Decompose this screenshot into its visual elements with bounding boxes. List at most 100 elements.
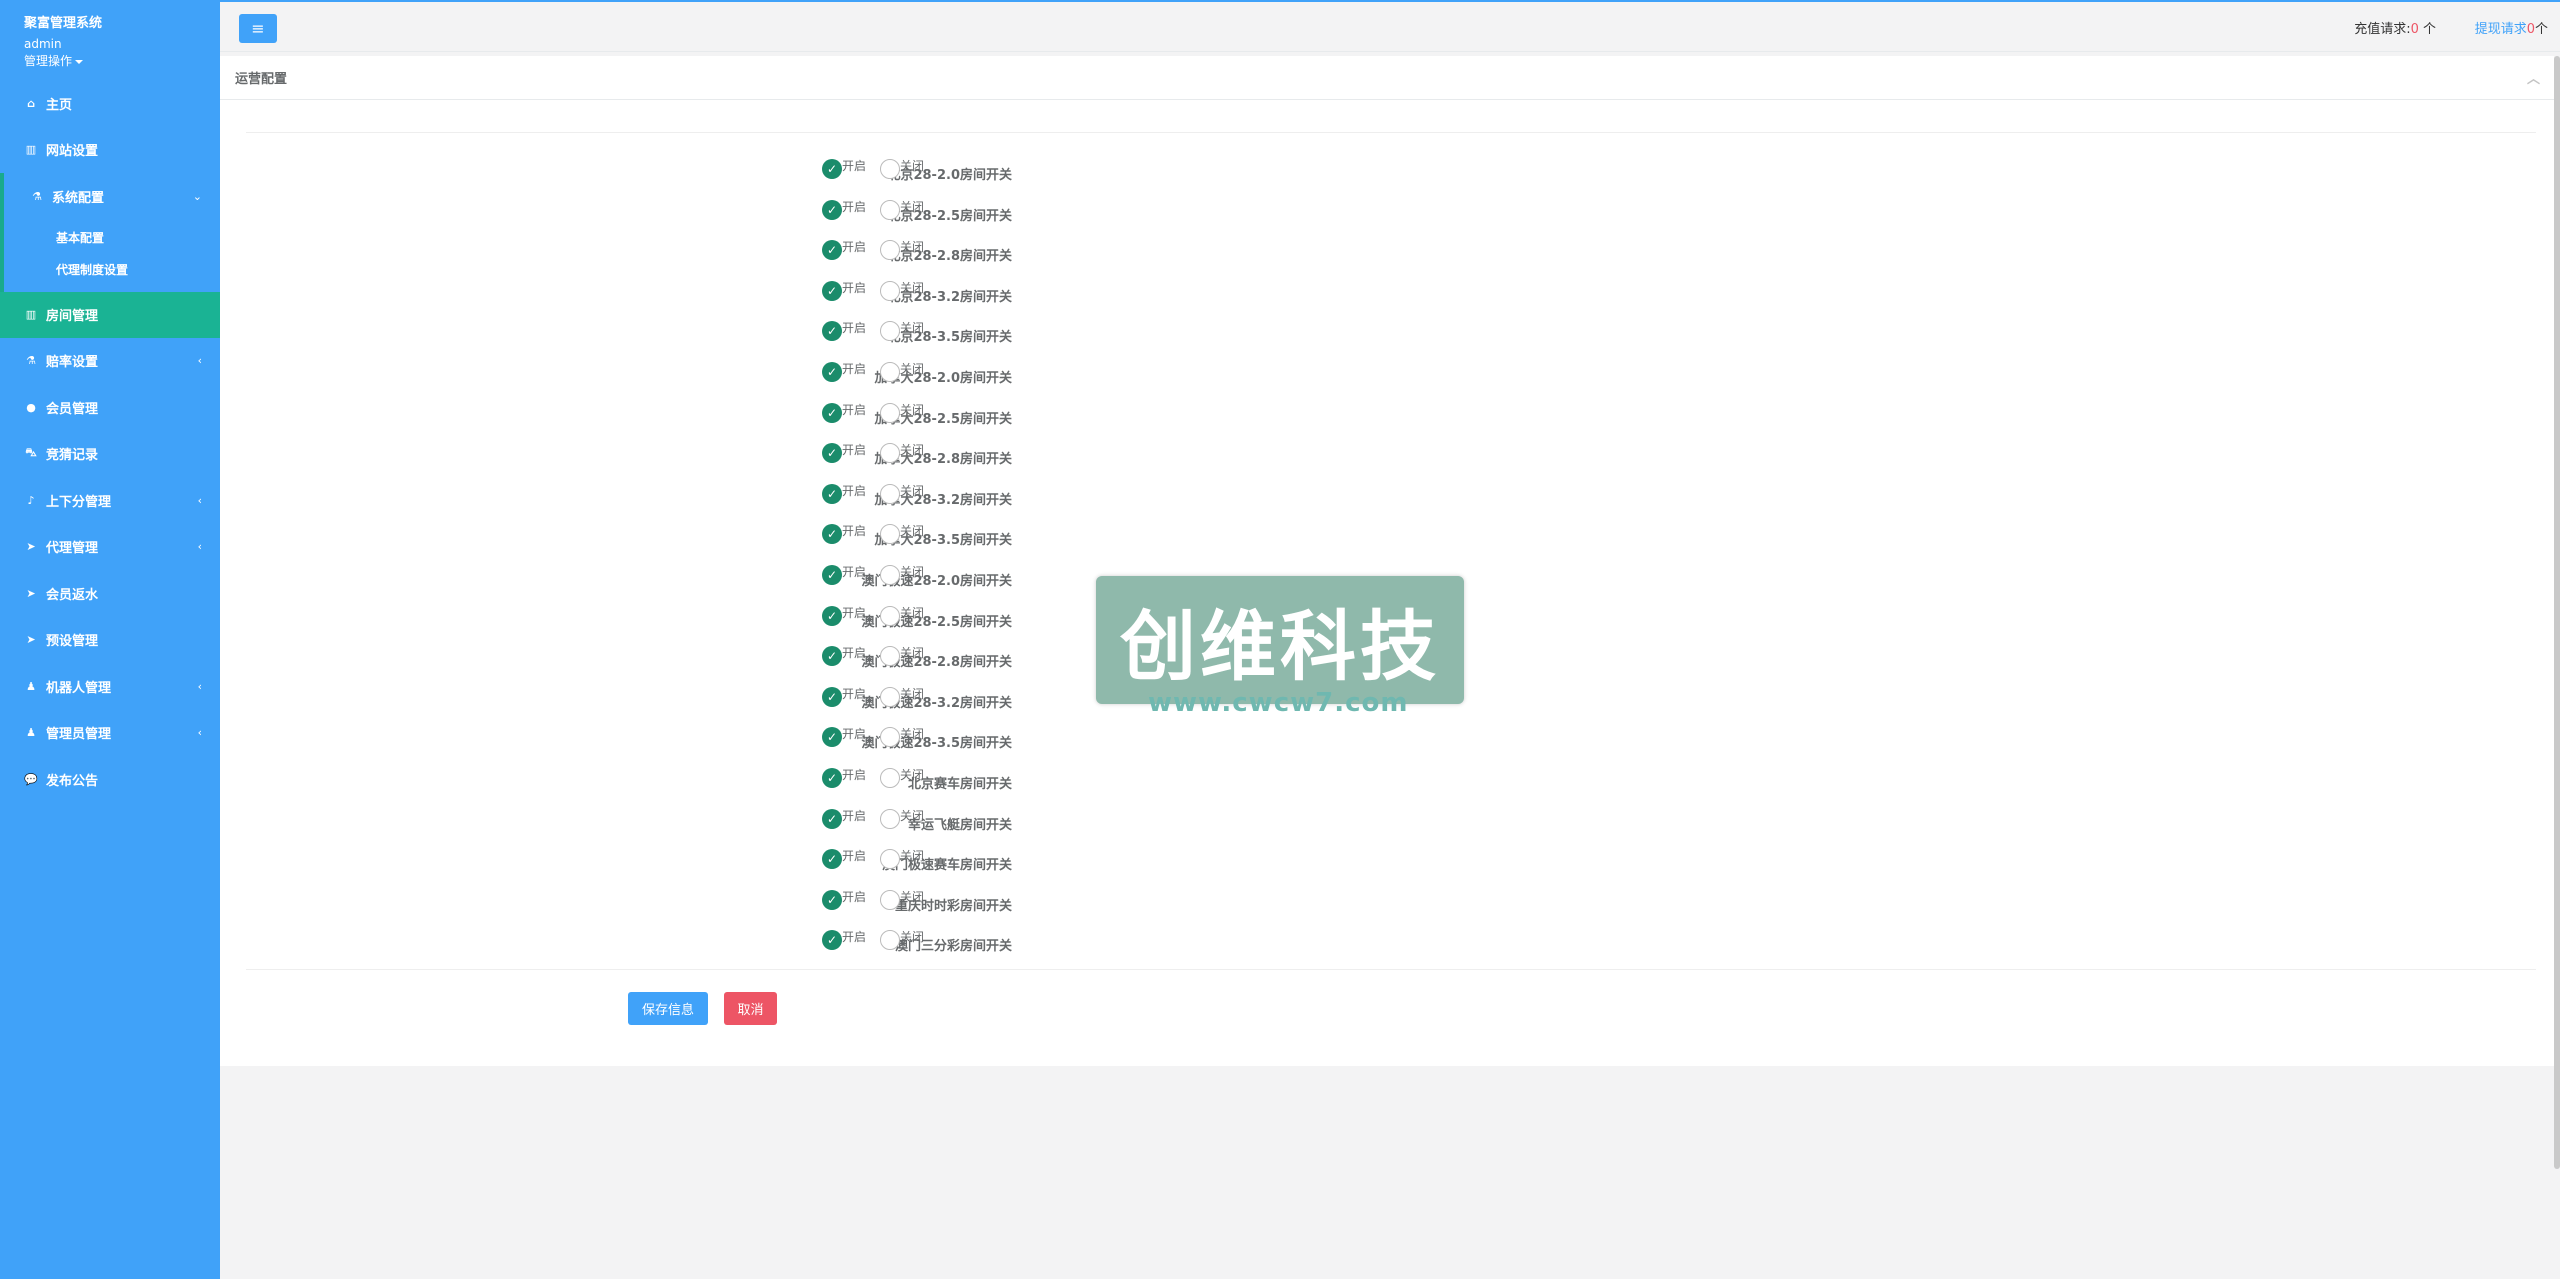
radio-off[interactable]: 关闭 xyxy=(880,849,924,870)
radio-off[interactable]: 关闭 xyxy=(880,402,924,423)
hamburger-icon: ≡ xyxy=(251,19,265,38)
radio-on[interactable]: ✓ 开启 xyxy=(822,483,866,504)
submenu-item-0[interactable]: 基本配置 xyxy=(4,222,220,254)
radio-off[interactable]: 关闭 xyxy=(880,240,924,261)
sidebar-item-9[interactable]: ➤ 会员返水 xyxy=(0,570,220,617)
sidebar-item-label: 上下分管理 xyxy=(46,494,112,510)
radio-on-label: 开启 xyxy=(842,889,867,904)
radio-on[interactable]: ✓ 开启 xyxy=(822,321,866,342)
circle-icon xyxy=(880,362,900,382)
radio-off[interactable]: 关闭 xyxy=(880,565,924,585)
switch-row: 北京28-2.8房间开关 ✓ 开启 关闭 xyxy=(220,235,1220,276)
caret-down-icon xyxy=(75,59,84,64)
sidebar-item-4[interactable]: ⚗ 赔率设置 ‹ xyxy=(0,338,220,385)
radio-off[interactable]: 关闭 xyxy=(880,727,925,748)
sidebar-item-6[interactable]: ⛍ 竞猜记录 xyxy=(0,431,220,478)
radio-off-label: 关闭 xyxy=(900,930,925,945)
check-circle-icon: ✓ xyxy=(822,443,842,464)
sidebar-item-8[interactable]: ➤ 代理管理 ‹ xyxy=(0,524,220,571)
radio-on-label: 开启 xyxy=(842,849,867,864)
radio-off[interactable]: 关闭 xyxy=(880,159,924,179)
save-button[interactable]: 保存信息 xyxy=(628,992,708,1025)
radio-on[interactable]: ✓ 开启 xyxy=(822,930,867,951)
divider xyxy=(246,969,2536,970)
radio-on[interactable]: ✓ 开启 xyxy=(822,889,867,910)
radio-off[interactable]: 关闭 xyxy=(880,686,924,707)
radio-on-label: 开启 xyxy=(842,280,867,295)
radio-on[interactable]: ✓ 开启 xyxy=(822,565,866,585)
watermark: 创维科技 www.cwcw7.com xyxy=(1096,576,1464,726)
chevron-down-icon: ⌄ xyxy=(192,189,202,203)
radio-off[interactable]: 关闭 xyxy=(880,808,924,829)
radio-on[interactable]: ✓ 开启 xyxy=(822,402,866,423)
sidebar-item-11[interactable]: ♟ 机器人管理 ‹ xyxy=(0,663,220,710)
radio-off[interactable]: 关闭 xyxy=(880,362,924,382)
sidebar-item-label: 赔率设置 xyxy=(46,355,99,371)
withdraw-requests[interactable]: 提现请求0个 xyxy=(2475,18,2548,37)
radio-off[interactable]: 关闭 xyxy=(880,889,924,910)
radio-on[interactable]: ✓ 开启 xyxy=(822,199,866,220)
radio-off[interactable]: 关闭 xyxy=(880,199,924,220)
radio-off[interactable]: 关闭 xyxy=(880,524,924,545)
sidebar-item-2[interactable]: ⚗ 系统配置 ⌄ xyxy=(0,173,220,220)
radio-off[interactable]: 关闭 xyxy=(880,483,924,504)
sidebar-item-label: 竞猜记录 xyxy=(46,448,99,464)
circle-icon xyxy=(880,930,900,951)
switch-row: 澳门极速赛车房间开关 ✓ 开启 关闭 xyxy=(220,844,1220,885)
radio-on[interactable]: ✓ 开启 xyxy=(822,849,867,870)
sidebar-item-5[interactable]: ● 会员管理 xyxy=(0,384,220,431)
circle-icon xyxy=(880,524,900,545)
radio-off-label: 关闭 xyxy=(900,727,925,742)
radio-off[interactable]: 关闭 xyxy=(880,280,924,301)
sidebar-item-label: 系统配置 xyxy=(52,190,105,206)
cancel-button[interactable]: 取消 xyxy=(724,992,777,1025)
radio-on[interactable]: ✓ 开启 xyxy=(822,768,866,788)
radio-on[interactable]: ✓ 开启 xyxy=(822,524,866,545)
switch-row: 北京28-2.0房间开关 ✓ 开启 关闭 xyxy=(220,154,1220,195)
sidebar-item-1[interactable]: ▥ 网站设置 xyxy=(0,127,220,174)
radio-off[interactable]: 关闭 xyxy=(880,321,924,342)
scrollbar[interactable] xyxy=(2554,56,2560,1169)
switch-row: 澳门三分彩房间开关 ✓ 开启 关闭 xyxy=(220,925,1220,966)
recharge-label: 充值请求: xyxy=(2354,22,2411,37)
radio-on[interactable]: ✓ 开启 xyxy=(822,646,866,667)
check-circle-icon: ✓ xyxy=(822,483,842,504)
radio-on[interactable]: ✓ 开启 xyxy=(822,240,866,261)
circle-icon xyxy=(880,889,900,910)
recharge-requests[interactable]: 充值请求:0 个 xyxy=(2354,18,2436,37)
sidebar-item-12[interactable]: ♟ 管理员管理 ‹ xyxy=(0,710,220,757)
sidebar-item-13[interactable]: 💬 发布公告 xyxy=(0,756,220,803)
sidebar-item-7[interactable]: ♪ 上下分管理 ‹ xyxy=(0,477,220,524)
radio-on[interactable]: ✓ 开启 xyxy=(822,686,866,707)
submenu-item-1[interactable]: 代理制度设置 xyxy=(4,254,220,286)
switch-row: 澳门极速28-2.8房间开关 ✓ 开启 关闭 xyxy=(220,641,1220,682)
sidebar-item-3[interactable]: ▥ 房间管理 xyxy=(0,291,220,338)
check-circle-icon: ✓ xyxy=(822,808,842,829)
paper-plane-icon: ➤ xyxy=(26,540,36,554)
radio-on[interactable]: ✓ 开启 xyxy=(822,808,866,829)
radio-on[interactable]: ✓ 开启 xyxy=(822,727,866,748)
withdraw-count: 0 xyxy=(2526,22,2535,37)
menu-toggle-button[interactable]: ≡ xyxy=(239,14,277,43)
radio-off[interactable]: 关闭 xyxy=(880,768,924,788)
radio-on-label: 开启 xyxy=(842,930,867,945)
radio-on[interactable]: ✓ 开启 xyxy=(822,159,866,179)
circle-icon xyxy=(880,483,900,504)
sidebar-item-10[interactable]: ➤ 预设管理 xyxy=(0,617,220,664)
radio-off[interactable]: 关闭 xyxy=(880,605,924,626)
profile: 聚富管理系统 admin 管理操作 xyxy=(0,0,220,80)
radio-on[interactable]: ✓ 开启 xyxy=(822,443,866,464)
radio-off[interactable]: 关闭 xyxy=(880,646,924,667)
chevron-up-icon[interactable]: ︿ xyxy=(2527,68,2540,87)
switch-row: 澳门极速28-2.0房间开关 ✓ 开启 关闭 xyxy=(220,560,1220,601)
radio-off[interactable]: 关闭 xyxy=(880,443,924,464)
radio-on[interactable]: ✓ 开启 xyxy=(822,362,866,382)
manage-ops-dropdown[interactable]: 管理操作 xyxy=(24,54,196,69)
switch-row: 北京28-3.5房间开关 ✓ 开启 关闭 xyxy=(220,316,1220,357)
sidebar-item-0[interactable]: ⌂ 主页 xyxy=(0,80,220,127)
music-icon: ♪ xyxy=(27,493,35,507)
check-circle-icon: ✓ xyxy=(822,402,842,423)
radio-off[interactable]: 关闭 xyxy=(880,930,925,951)
radio-on[interactable]: ✓ 开启 xyxy=(822,605,866,626)
radio-on[interactable]: ✓ 开启 xyxy=(822,280,867,301)
